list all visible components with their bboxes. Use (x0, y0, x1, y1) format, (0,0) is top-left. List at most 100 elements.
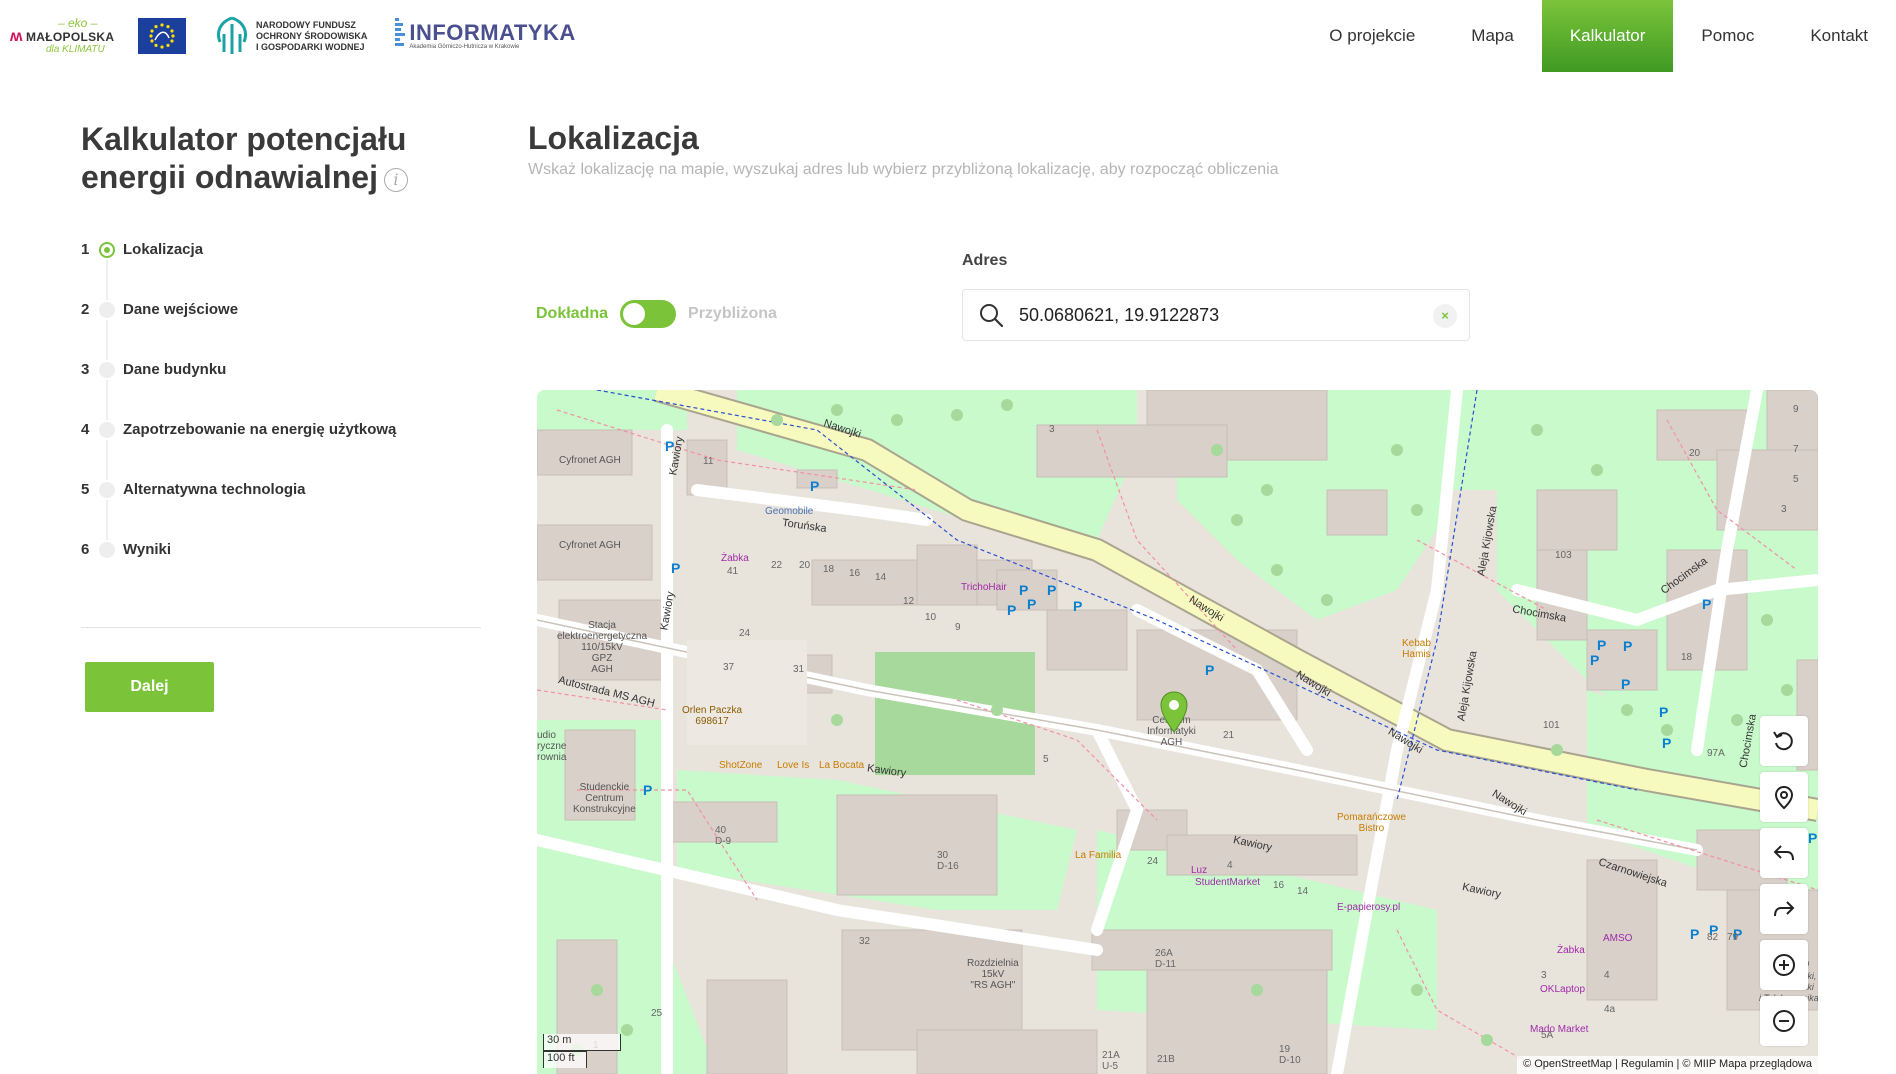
step-active-dot-icon (99, 242, 115, 258)
header: ʍ – eko – MAŁOPOLSKA dla KLIMATU NARODOW… (0, 0, 1896, 72)
logo-malopolska-text: MAŁOPOLSKA (26, 30, 115, 44)
house-number: 20 (799, 560, 811, 571)
map-reset-button[interactable] (1760, 716, 1808, 766)
step-label: Zapotrzebowanie na energię użytkową (123, 421, 397, 438)
place-label: Cyfronet AGH (559, 455, 621, 466)
informatyka-agh-logo[interactable]: INFORMATYKA Akademia Górniczo-Hutnicza w… (395, 18, 575, 54)
informatyka-bars-icon (395, 18, 406, 54)
calculator-title: Kalkulator potencjału energii odnawialne… (81, 120, 441, 196)
step-connector (106, 500, 108, 540)
map-controls (1760, 716, 1808, 1046)
house-number: 20 (1689, 448, 1701, 459)
address-label: Adres (962, 252, 1008, 269)
nfosigw-logo[interactable]: NARODOWY FUNDUSZ OCHRONY ŚRODOWISKA I GO… (214, 16, 367, 56)
toggle-label-dokladna[interactable]: Dokładna (536, 305, 608, 323)
step-lokalizacja[interactable]: 1 Lokalizacja (81, 240, 481, 300)
map-locate-button[interactable] (1760, 772, 1808, 822)
poi-label: TrichoHair (961, 582, 1007, 593)
house-number: 19 D-10 (1279, 1044, 1301, 1066)
place-label: Cyfronet AGH (559, 540, 621, 551)
step-dane-wejsciowe[interactable]: 2 Dane wejściowe (81, 300, 481, 360)
parking-icon: P (1027, 596, 1037, 612)
step-number: 4 (81, 421, 90, 438)
step-number: 3 (81, 361, 90, 378)
poi-label: Geomobile (765, 506, 814, 517)
map-view[interactable]: Cyfronet AGH Cyfronet AGH Stacja elektro… (537, 390, 1818, 1074)
step-alternatywna-technologia[interactable]: 5 Alternatywna technologia (81, 480, 481, 540)
close-icon[interactable]: × (1433, 304, 1457, 328)
house-number: 4a (1604, 1004, 1616, 1015)
poi-label: Pomarańczowe Bistro (1337, 812, 1406, 834)
poi-label: OKLaptop (1540, 984, 1586, 995)
map-redo-button[interactable] (1760, 884, 1808, 934)
logo-klimat-text: dla KLIMATU (46, 44, 105, 55)
info-icon[interactable]: i (383, 167, 408, 192)
step-label: Dane wejściowe (123, 301, 239, 318)
toggle-knob (623, 303, 646, 325)
map-zoom-out-button[interactable] (1760, 996, 1808, 1046)
location-pin-icon (1774, 785, 1794, 810)
step-wyniki[interactable]: 6 Wyniki (81, 540, 481, 600)
nav-mapa[interactable]: Mapa (1443, 0, 1542, 72)
page-subtitle: Wskaż lokalizację na mapie, wyszukaj adr… (528, 161, 1279, 178)
address-input[interactable] (1019, 304, 1419, 326)
nav-kalkulator[interactable]: Kalkulator (1541, 0, 1674, 72)
calculator-title-text: Kalkulator potencjału energii odnawialne… (81, 121, 407, 195)
house-number: 101 (1543, 720, 1560, 731)
nav-o-projekcie[interactable]: O projekcie (1301, 0, 1443, 72)
parking-icon: P (1659, 704, 1669, 720)
step-dot-icon (99, 542, 115, 558)
nav-pomoc[interactable]: Pomoc (1673, 0, 1782, 72)
sidebar-divider (81, 627, 481, 628)
precision-toggle-group: Dokładna Przybliżona (536, 300, 777, 328)
map-zoom-in-button[interactable] (1760, 940, 1808, 990)
step-label: Lokalizacja (123, 241, 204, 258)
poi-label: StudentMarket (1195, 877, 1261, 888)
house-number: 14 (875, 572, 887, 583)
step-label: Alternatywna technologia (123, 481, 306, 498)
house-number: 21A U-5 (1102, 1050, 1120, 1072)
parking-icon: P (665, 438, 675, 454)
eu-stars-icon (149, 23, 175, 49)
parking-icon: P (1690, 926, 1700, 942)
scale-metric: 30 m (543, 1034, 621, 1051)
step-connector (106, 260, 108, 300)
step-dot-icon (99, 302, 115, 318)
place-label: Rozdzielnia 15kV "RS AGH" (967, 958, 1019, 991)
house-number: 40 D-9 (715, 825, 732, 847)
house-number: 9 (1793, 404, 1799, 415)
step-zapotrzebowanie[interactable]: 4 Zapotrzebowanie na energię użytkową (81, 420, 481, 480)
poi-label: Żabka (721, 553, 749, 564)
redo-icon (1774, 901, 1795, 917)
map-pin-icon[interactable] (1158, 690, 1190, 734)
next-button[interactable]: Dalej (85, 662, 214, 712)
malopolska-logo[interactable]: ʍ – eko – MAŁOPOLSKA dla KLIMATU (10, 14, 114, 58)
informatyka-title: INFORMATYKA (409, 20, 576, 45)
place-label: udio ryczne rownia (537, 730, 567, 763)
poi-label: Żabka (1557, 945, 1585, 956)
parking-icon: P (1590, 652, 1600, 668)
precision-toggle-switch[interactable] (620, 300, 677, 328)
step-dane-budynku[interactable]: 3 Dane budynku (81, 360, 481, 420)
parking-icon: P (1007, 602, 1017, 618)
parking-icon: P (1047, 582, 1057, 598)
house-number: 4 (1227, 860, 1233, 871)
map-undo-button[interactable] (1760, 828, 1808, 878)
parking-icon: P (1621, 676, 1631, 692)
search-icon[interactable] (977, 301, 1005, 329)
parking-icon: P (1205, 662, 1215, 678)
house-number: 41 (727, 566, 739, 577)
house-number: 31 (793, 664, 805, 675)
house-number: 22 (771, 560, 783, 571)
nav-kontakt[interactable]: Kontakt (1782, 0, 1896, 72)
eu-flag-logo[interactable] (138, 18, 186, 54)
poi-label: Orlen Paczka 698617 (682, 705, 743, 727)
parking-icon: P (1662, 735, 1672, 751)
house-number: 18 (1681, 652, 1693, 663)
map-attribution[interactable]: © OpenStreetMap | Regulamin | © MIIP Map… (1517, 1056, 1818, 1074)
parking-icon: P (643, 782, 653, 798)
main-nav: O projekcie Mapa Kalkulator Pomoc Kontak… (1301, 0, 1896, 72)
house-number: 11 (703, 456, 714, 467)
step-dot-icon (99, 482, 115, 498)
toggle-label-przyblizona[interactable]: Przybliżona (688, 305, 777, 323)
